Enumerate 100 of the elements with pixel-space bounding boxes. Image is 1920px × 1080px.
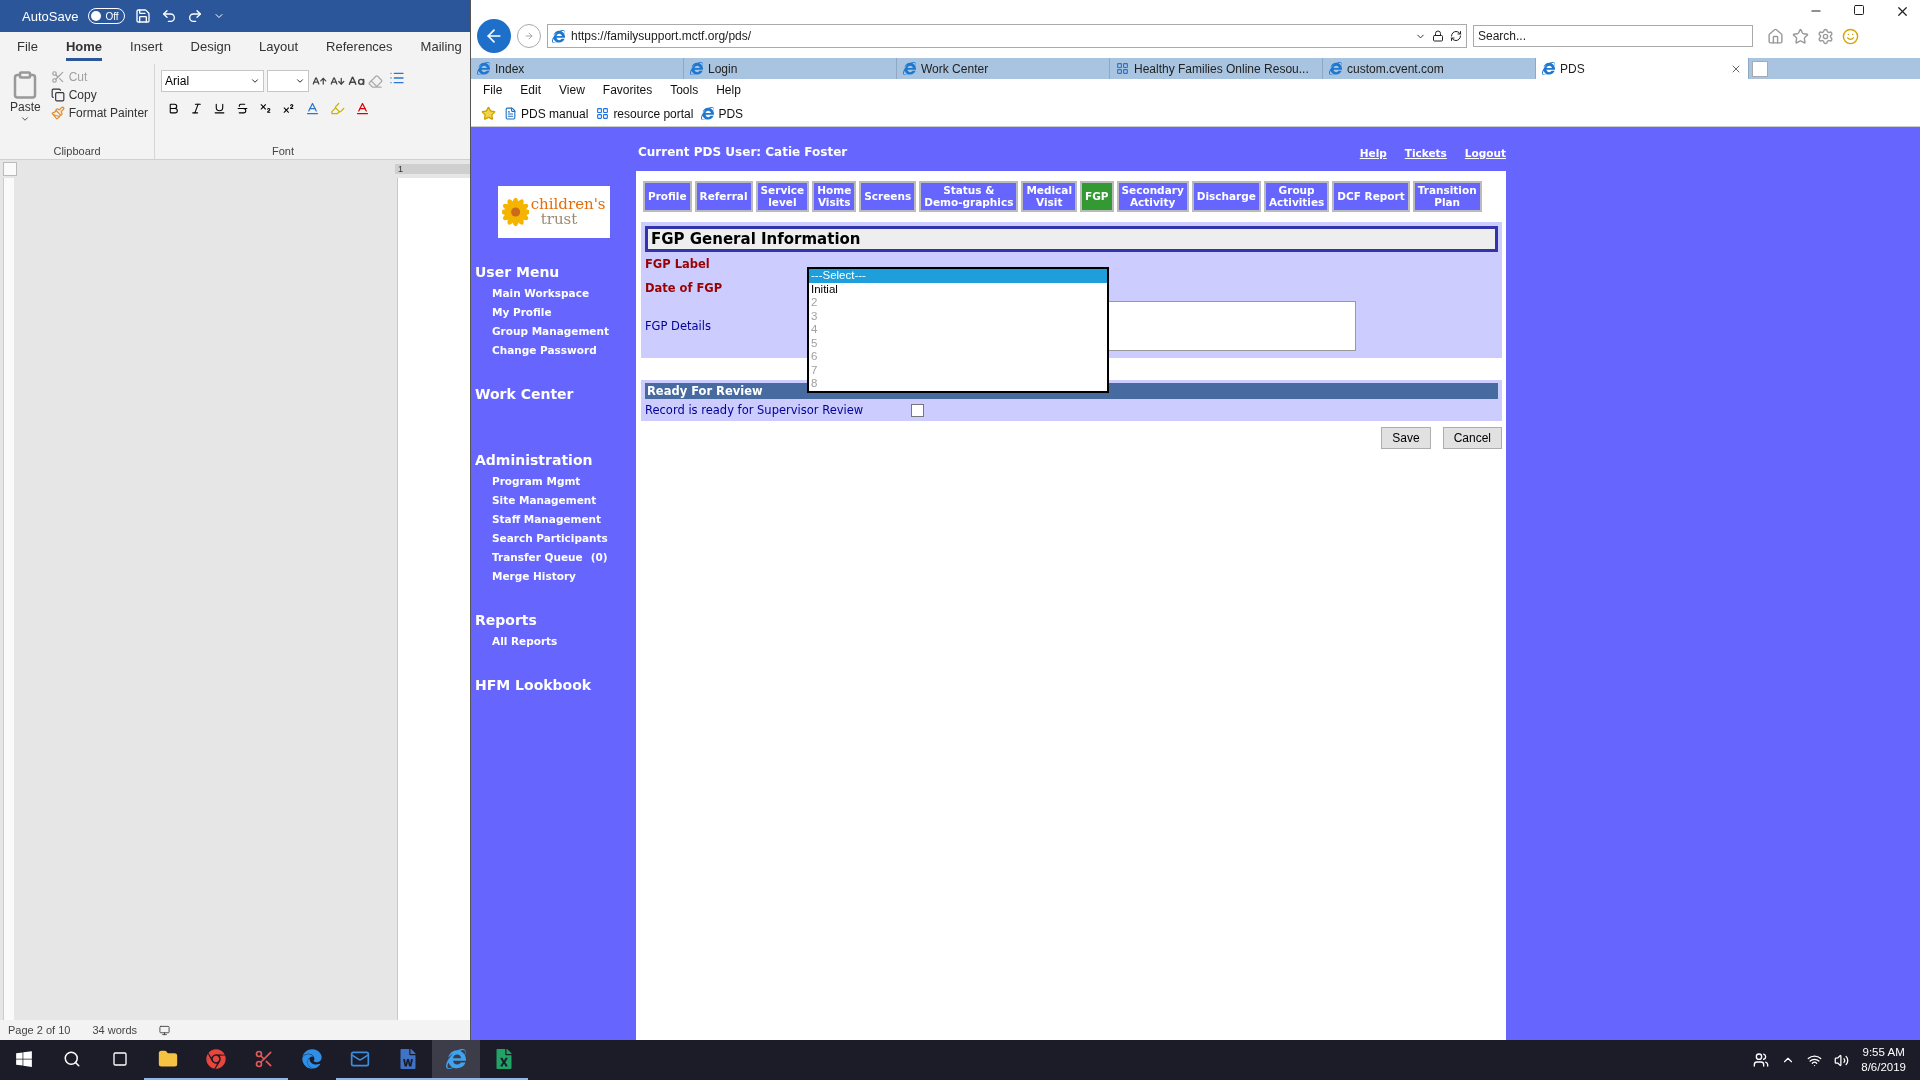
favorite-link[interactable]: PDS manual [504, 106, 589, 121]
record-tab[interactable]: Medical Visit [1021, 181, 1077, 212]
browser-tab[interactable]: PDS [1536, 58, 1749, 79]
ribbon-tab[interactable]: Mailing [420, 35, 462, 61]
network-icon[interactable] [1807, 1052, 1823, 1068]
browser-tab[interactable]: Healthy Families Online Resou... [1110, 58, 1323, 79]
sidebar-link[interactable]: All Reports [492, 635, 558, 647]
menu-item[interactable]: File [483, 83, 503, 97]
sidebar-link[interactable]: Site Management [492, 494, 597, 506]
menu-item[interactable]: Help [716, 83, 741, 97]
record-tab[interactable]: DCF Report [1332, 181, 1410, 212]
sidebar-link[interactable]: Main Workspace [492, 287, 590, 299]
review-checkbox[interactable] [911, 403, 925, 417]
bold-icon[interactable] [167, 102, 181, 115]
save-icon[interactable] [134, 8, 151, 24]
record-tab[interactable]: Profile [643, 181, 692, 212]
header-link[interactable]: Tickets [1404, 147, 1447, 159]
favorite-link[interactable]: PDS [701, 106, 744, 121]
ribbon-tab[interactable]: Insert [130, 35, 163, 61]
sidebar-heading[interactable]: Reports [471, 612, 636, 628]
menu-item[interactable]: Tools [670, 83, 699, 97]
text-effects-icon[interactable] [305, 101, 321, 116]
app-icon [1116, 62, 1129, 75]
record-tab[interactable]: Screens [859, 181, 917, 212]
underline-icon[interactable] [213, 102, 227, 115]
format-painter-button[interactable]: Format Painter [50, 106, 149, 120]
queue-count: (0) [590, 551, 608, 563]
undo-icon[interactable] [160, 8, 177, 24]
sidebar-heading[interactable]: HFM Lookbook [471, 677, 636, 693]
ie-icon [1329, 62, 1342, 75]
logo[interactable]: children's trust [497, 186, 610, 238]
subscript-icon[interactable] [259, 102, 273, 115]
menu-item[interactable]: Edit [520, 83, 542, 97]
italic-icon[interactable] [190, 102, 204, 115]
dropdown-option[interactable]: ---Select--- [809, 269, 1107, 283]
sidebar-link[interactable]: Staff Management [492, 513, 602, 525]
folder-icon [158, 1049, 178, 1069]
back-button[interactable] [477, 19, 511, 53]
record-tab[interactable]: Home Visits [812, 181, 857, 212]
refresh-icon[interactable] [1450, 30, 1462, 42]
favorite-link[interactable]: resource portal [596, 106, 694, 121]
sidebar-link[interactable]: Program Mgmt [492, 475, 581, 487]
form-button[interactable]: Cancel [1442, 427, 1502, 449]
people-icon[interactable] [1753, 1052, 1770, 1068]
address-bar[interactable]: https://familysupport.mctf.org/pds/ [547, 24, 1467, 48]
close-icon[interactable] [1895, 4, 1910, 19]
strikethrough-icon[interactable] [236, 102, 250, 115]
menu-item[interactable]: View [559, 83, 585, 97]
bullets-icon[interactable] [389, 70, 406, 86]
sidebar-link[interactable]: Merge History [492, 570, 576, 582]
record-tab[interactable]: Secondary Activity [1116, 181, 1189, 212]
font-size-field[interactable] [267, 70, 310, 92]
ribbon-tab[interactable]: Design [190, 35, 232, 61]
record-tab[interactable]: Service level [755, 181, 810, 212]
record-tab[interactable]: FGP [1080, 181, 1114, 212]
paste-button[interactable]: Paste [6, 70, 45, 145]
taskbar-app[interactable] [432, 1040, 480, 1080]
sidebar-link[interactable]: My Profile [492, 306, 552, 318]
settings-icon[interactable] [1817, 27, 1834, 45]
sidebar-link[interactable]: Change Password [492, 344, 597, 356]
header-link[interactable]: Logout [1464, 147, 1506, 159]
volume-icon[interactable] [1834, 1052, 1850, 1068]
clock-time[interactable]: 9:55 AM [1862, 1045, 1905, 1060]
proofing-icon[interactable] [159, 1024, 171, 1036]
record-tab[interactable]: Referral [694, 181, 753, 212]
browser-tab[interactable]: Work Center [897, 58, 1110, 79]
sidebar-heading[interactable]: Work Center [471, 386, 636, 402]
record-tab[interactable]: Transition Plan [1412, 181, 1482, 212]
font-name-field[interactable]: Arial [161, 70, 265, 92]
home-icon[interactable] [1767, 27, 1784, 45]
record-tab[interactable]: Status & Demo-graphics [919, 181, 1019, 212]
search-field[interactable]: Search... [1473, 25, 1753, 47]
favorites-icon[interactable] [1792, 27, 1809, 45]
header-link[interactable]: Help [1359, 147, 1387, 159]
sidebar-heading[interactable]: User Menu [471, 264, 636, 280]
browser-tab[interactable]: Login [684, 58, 897, 79]
dropdown-option[interactable]: Initial [809, 282, 1107, 296]
scissors-icon [254, 1049, 274, 1069]
font-color-icon[interactable] [355, 101, 371, 116]
ribbon-tab[interactable]: References [326, 35, 393, 61]
menu-item[interactable]: Favorites [602, 83, 653, 97]
redo-icon[interactable] [186, 8, 203, 24]
group-label: Font [271, 145, 296, 157]
autosave-label: AutoSave [22, 8, 79, 24]
superscript-icon[interactable] [282, 102, 296, 115]
maximize-icon[interactable] [1853, 4, 1865, 16]
caret-icon [250, 76, 261, 86]
sidebar-link[interactable]: Search Participants [492, 532, 608, 544]
record-tab[interactable]: Group Activities [1263, 181, 1330, 212]
copy-button[interactable]: Copy [50, 88, 149, 102]
sidebar-link[interactable]: Group Management [492, 325, 609, 337]
ribbon-tab[interactable]: Layout [259, 35, 299, 61]
browser-tab[interactable]: Index [471, 58, 684, 79]
ribbon-tab[interactable]: Home [65, 35, 103, 61]
ribbon-tab[interactable]: File [17, 35, 38, 61]
sidebar-link[interactable]: Transfer Queue [492, 551, 583, 563]
clock-date[interactable]: 8/6/2019 [1861, 1060, 1906, 1075]
record-tab[interactable]: Discharge [1191, 181, 1261, 212]
form-button[interactable]: Save [1381, 427, 1431, 449]
sidebar-heading[interactable]: Administration [471, 452, 636, 468]
